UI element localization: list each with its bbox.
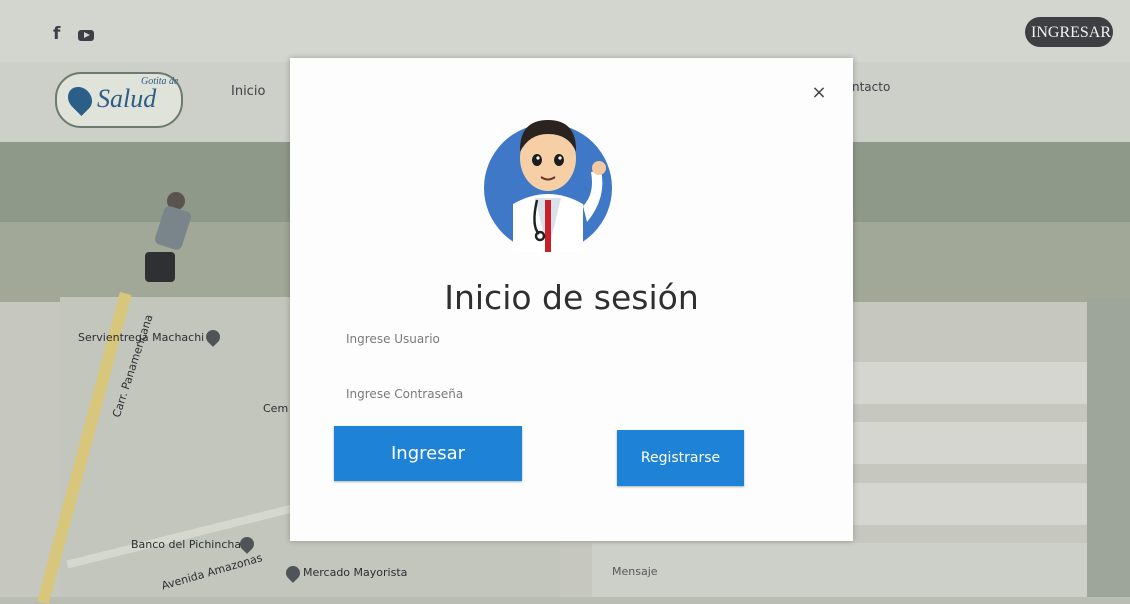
map-label-banco: Banco del Pichincha — [131, 538, 242, 551]
drop-icon — [63, 82, 97, 116]
facebook-icon[interactable]: f — [53, 24, 60, 44]
youtube-icon[interactable] — [78, 30, 94, 41]
contact-message-field[interactable] — [592, 543, 1087, 597]
map-strip — [1087, 297, 1130, 597]
nav-link-inicio[interactable]: Inicio — [231, 84, 265, 99]
close-icon[interactable]: × — [809, 83, 829, 103]
map-label-mercado: Mercado Mayorista — [303, 566, 408, 579]
contact-field-1[interactable] — [853, 362, 1087, 404]
login-modal: × Inicio de sesión Ingresar Registrarse — [290, 58, 853, 541]
top-bar — [0, 0, 1130, 62]
nav-link-contacto[interactable]: ntacto — [852, 80, 890, 94]
contact-field-3[interactable] — [853, 483, 1087, 525]
logo-text: Salud — [97, 84, 157, 113]
login-button[interactable]: Ingresar — [334, 426, 522, 481]
doctor-avatar-icon — [484, 120, 612, 252]
register-button[interactable]: Registrarse — [617, 430, 744, 486]
modal-title: Inicio de sesión — [444, 278, 699, 318]
username-input[interactable] — [346, 326, 726, 352]
password-input[interactable] — [346, 381, 726, 407]
street-view-person-icon — [145, 192, 195, 290]
contact-field-2[interactable] — [853, 422, 1087, 464]
message-label: Mensaje — [612, 565, 658, 578]
logo[interactable]: Gotita de Salud — [55, 72, 183, 128]
map-label-cem: Cem — [263, 402, 289, 415]
header-login-button[interactable]: INGRESAR — [1025, 17, 1113, 47]
